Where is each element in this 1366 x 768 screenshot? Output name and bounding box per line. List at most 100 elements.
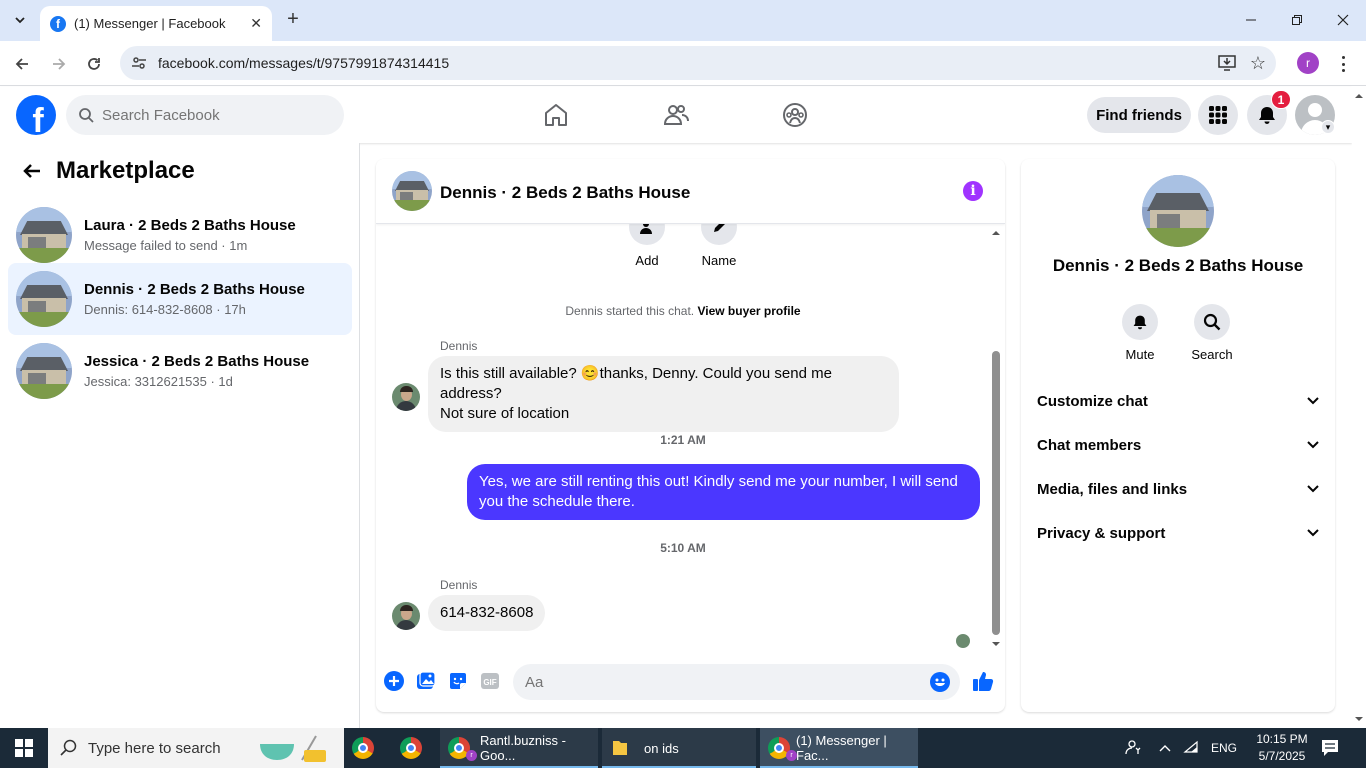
chat-scrollbar[interactable]: [989, 225, 1003, 650]
system-clock[interactable]: 10:15 PM 5/7/2025: [1252, 731, 1312, 765]
browser-tab-strip: f (1) Messenger | Facebook ✕ +: [0, 0, 1366, 41]
windows-logo-icon: [15, 739, 33, 757]
attach-photo-button[interactable]: [415, 670, 437, 692]
new-tab-button[interactable]: +: [282, 8, 304, 30]
wifi-glyph: [1183, 740, 1198, 753]
taskbar-chrome-icon[interactable]: [388, 728, 434, 768]
taskbar-app-chrome-messenger[interactable]: r (1) Messenger | Fac...: [760, 728, 918, 768]
message-input[interactable]: [525, 673, 905, 691]
browser-tab-messenger[interactable]: f (1) Messenger | Facebook ✕: [40, 6, 272, 41]
outgoing-message[interactable]: Yes, we are still renting this out! Kind…: [467, 464, 980, 520]
sender-avatar[interactable]: [392, 602, 420, 630]
chevron-down-icon: [1307, 529, 1319, 537]
start-button[interactable]: [0, 728, 48, 768]
browser-menu-button[interactable]: [1336, 53, 1350, 75]
details-title: Dennis · 2 Beds 2 Baths House: [1052, 256, 1304, 275]
bookmark-star-icon[interactable]: ☆: [1250, 53, 1266, 74]
back-to-chats-button[interactable]: [18, 157, 46, 185]
sticker-button[interactable]: [447, 670, 469, 692]
scroll-down-icon[interactable]: [1352, 712, 1366, 726]
media-files-links-row[interactable]: Media, files and links: [1029, 467, 1327, 511]
sender-avatar[interactable]: [392, 383, 420, 411]
nav-home-button[interactable]: [536, 95, 576, 135]
menu-button[interactable]: [1198, 95, 1238, 135]
conversation-item-dennis[interactable]: Dennis · 2 Beds 2 Baths House Dennis: 61…: [8, 263, 352, 335]
incoming-message[interactable]: 614-832-8608: [428, 595, 546, 631]
find-friends-button[interactable]: Find friends: [1087, 97, 1191, 133]
conversation-info-icon[interactable]: i: [963, 181, 983, 201]
customize-chat-row[interactable]: Customize chat: [1029, 379, 1327, 423]
conversation-item-jessica[interactable]: Jessica · 2 Beds 2 Baths House Jessica: …: [8, 335, 352, 407]
address-bar[interactable]: facebook.com/messages/t/9757991874314415…: [120, 46, 1276, 80]
timestamp-separator: 1:21 AM: [660, 433, 706, 447]
chrome-icon: [400, 737, 422, 759]
taskbar-search[interactable]: Type here to search: [48, 728, 344, 768]
like-button[interactable]: [971, 669, 995, 693]
reload-button[interactable]: [80, 50, 108, 78]
restore-button[interactable]: [1274, 0, 1320, 40]
language-indicator[interactable]: ENG: [1211, 741, 1237, 755]
action-center-icon[interactable]: [1320, 738, 1340, 758]
gif-button[interactable]: GIF: [479, 670, 501, 692]
conversation-item-laura[interactable]: Laura · 2 Beds 2 Baths House Message fai…: [8, 199, 352, 271]
show-hidden-icons-chevron-icon[interactable]: [1159, 741, 1171, 755]
avatar-head: [1308, 103, 1322, 117]
facebook-search-bar[interactable]: [66, 95, 344, 135]
taskbar-chrome-icon[interactable]: [340, 728, 386, 768]
facebook-search-input[interactable]: [102, 106, 322, 124]
url-text[interactable]: facebook.com/messages/t/9757991874314415: [158, 55, 449, 71]
facebook-logo-icon[interactable]: f: [16, 95, 56, 135]
taskbar-app-chrome-google[interactable]: r Rantl.buzniss - Goo...: [440, 728, 598, 768]
monitor-download-icon: [1218, 55, 1236, 71]
scroll-down-icon[interactable]: [989, 640, 1003, 650]
close-window-button[interactable]: [1320, 0, 1366, 40]
view-buyer-profile-link[interactable]: View buyer profile: [697, 304, 800, 318]
mute-action[interactable]: Mute: [1110, 304, 1170, 362]
site-settings-icon[interactable]: [128, 55, 150, 71]
scroll-up-icon[interactable]: [1352, 89, 1366, 103]
account-chevron-icon[interactable]: ▾: [1321, 120, 1335, 134]
chat-listing-thumbnail[interactable]: [392, 171, 432, 211]
chat-members-row[interactable]: Chat members: [1029, 423, 1327, 467]
minimize-button[interactable]: [1228, 0, 1274, 40]
emoji-icon[interactable]: [930, 672, 950, 692]
page-title: Marketplace: [56, 157, 195, 184]
chat-started-text: Dennis started this chat.: [565, 304, 695, 318]
scrollbar-thumb[interactable]: [992, 351, 1000, 635]
mute-label: Mute: [1125, 347, 1155, 362]
name-label: Name: [701, 253, 737, 268]
tab-close-icon[interactable]: ✕: [250, 15, 262, 32]
restore-icon: [1292, 15, 1302, 25]
system-tray: ENG: [1125, 728, 1237, 768]
back-button[interactable]: [8, 50, 36, 78]
search-action[interactable]: Search: [1182, 304, 1242, 362]
taskbar-app-label: Rantl.buzniss - Goo...: [480, 733, 566, 763]
tab-search-button[interactable]: [8, 8, 32, 32]
add-label: Add: [635, 253, 659, 268]
plus-circle-icon: [384, 671, 404, 691]
marketplace-conversation-list: Marketplace Laura · 2 Beds 2 Baths House…: [0, 143, 360, 728]
svg-text:GIF: GIF: [483, 678, 496, 687]
more-actions-button[interactable]: [383, 670, 405, 692]
magnifier-glyph: [1203, 313, 1221, 331]
taskbar-app-file-explorer[interactable]: on ids: [602, 728, 756, 768]
incoming-message[interactable]: Is this still available? 😊thanks, Denny.…: [428, 356, 899, 432]
smiley-glyph: [935, 678, 945, 686]
install-app-icon[interactable]: [1218, 55, 1236, 76]
privacy-support-row[interactable]: Privacy & support: [1029, 511, 1327, 555]
nav-groups-button[interactable]: [775, 95, 815, 135]
chat-title[interactable]: Dennis · 2 Beds 2 Baths House: [440, 183, 690, 203]
listing-photo[interactable]: [1142, 175, 1214, 247]
scroll-up-icon[interactable]: [989, 227, 1003, 237]
forward-button[interactable]: [45, 50, 73, 78]
page-scrollbar[interactable]: [1352, 87, 1366, 728]
conversation-preview: Dennis: 614-832-8608 · 17h: [84, 302, 246, 317]
wifi-icon[interactable]: [1183, 740, 1199, 757]
browser-profile-avatar[interactable]: r: [1297, 52, 1319, 74]
name-action[interactable]: Name: [689, 209, 749, 268]
add-action[interactable]: Add: [617, 209, 677, 268]
message-input-box[interactable]: [513, 664, 960, 700]
bell-glyph: [1133, 315, 1147, 330]
people-icon[interactable]: [1125, 739, 1141, 758]
nav-friends-button[interactable]: [656, 95, 696, 135]
